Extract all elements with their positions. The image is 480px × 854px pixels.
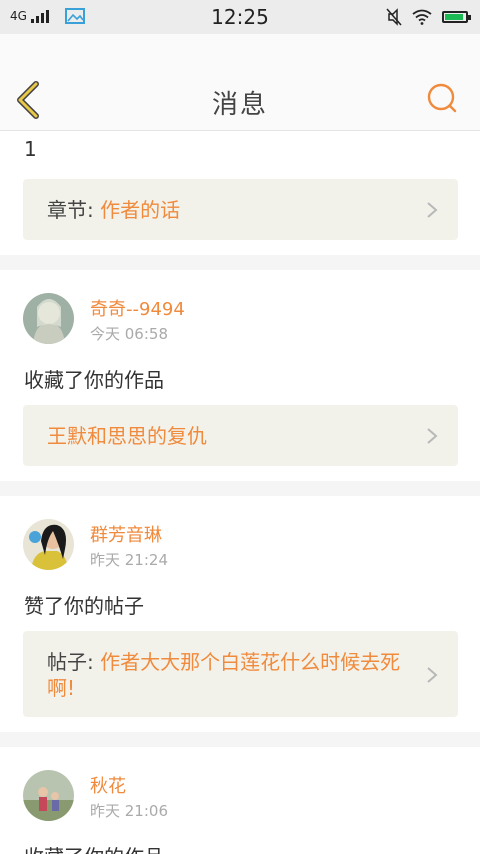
user-name[interactable]: 秋花 [90,772,126,798]
silent-icon [386,8,402,26]
chevron-right-icon [427,428,438,444]
message-card: 奇奇--9494 今天 06:58 收藏了你的作品 王默和思思的复仇 [0,270,480,481]
message-text: 收藏了你的作品 [24,368,164,392]
message-time: 今天 06:58 [90,325,168,343]
status-right [386,8,471,26]
message-card: 秋花 昨天 21:06 收藏了你的作品 [0,747,480,854]
link-value: 作者大大那个白莲花什么时候去死啊! [47,650,401,700]
battery-icon [442,11,471,23]
wifi-icon [412,9,432,25]
page-title: 消息 [211,90,268,120]
message-time: 昨天 21:06 [90,802,168,820]
status-bar: 4G 12:25 [0,0,480,34]
message-time: 昨天 21:24 [90,551,168,569]
avatar[interactable] [23,293,74,344]
search-icon[interactable] [426,82,458,114]
post-link[interactable]: 帖子: 作者大大那个白莲花什么时候去死啊! [23,631,458,717]
message-list[interactable]: 1 章节: 作者的话 奇奇--9494 今天 06:58 收藏了你的作品 王默和… [0,131,480,854]
user-name[interactable]: 奇奇--9494 [90,295,185,321]
chevron-right-icon [427,667,438,683]
link-label: 章节: [47,198,94,222]
user-name[interactable]: 群芳音琳 [90,521,162,547]
message-card: 群芳音琳 昨天 21:24 赞了你的帖子 帖子: 作者大大那个白莲花什么时候去死… [0,496,480,732]
link-value: 作者的话 [100,198,181,222]
chevron-right-icon [427,202,438,218]
app-header: 消息 [0,34,480,131]
message-text: 赞了你的帖子 [24,594,144,618]
message-card: 1 章节: 作者的话 [0,131,480,255]
chapter-link[interactable]: 章节: 作者的话 [23,179,458,240]
avatar[interactable] [23,519,74,570]
link-value: 王默和思思的复仇 [47,424,207,448]
avatar[interactable] [23,770,74,821]
message-text: 1 [24,137,37,161]
link-label: 帖子: [47,650,94,674]
work-link[interactable]: 王默和思思的复仇 [23,405,458,466]
message-text: 收藏了你的作品 [24,841,164,854]
